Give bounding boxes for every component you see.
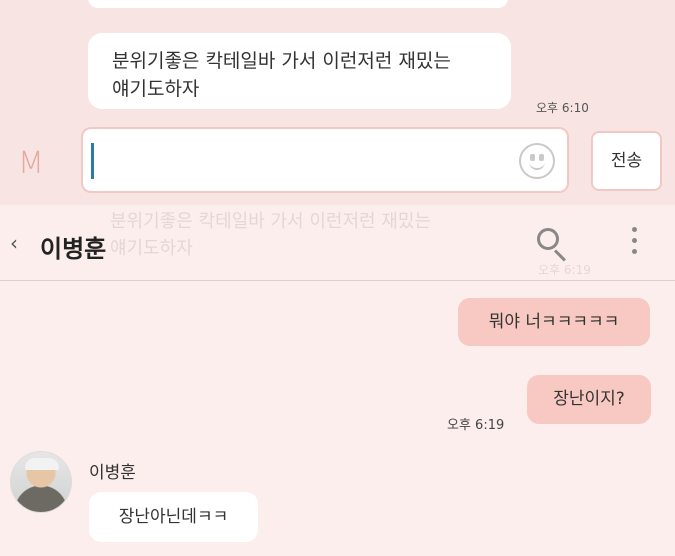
message-line-1: 분위기좋은 칵테일바 가서 이런저런 재밌는 (112, 50, 451, 72)
message-input[interactable] (81, 127, 569, 193)
message-time: 오후 6:10 (536, 101, 589, 115)
sent-message-1: 뭐야 너ㅋㅋㅋㅋㅋ (458, 298, 650, 346)
sent-time: 오후 6:19 (447, 418, 505, 433)
sender-name: 이병훈 (89, 463, 136, 483)
send-button[interactable]: 전송 (591, 131, 662, 191)
header-divider (0, 280, 675, 281)
overlay-chat-panel: 분위기좋은 칵테일바 가서 이런저런 재밌는 얘기도하자 오후 6:10 M 전… (0, 0, 675, 205)
sent-message-2: 장난이지? (527, 375, 651, 424)
message-line-2: 얘기도하자 (112, 78, 200, 100)
more-icon[interactable] (632, 227, 638, 260)
text-caret (91, 143, 94, 179)
contact-name: 이병훈 (40, 235, 107, 263)
back-icon[interactable]: ‹ (10, 231, 18, 255)
keyboard-m-icon[interactable]: M (18, 146, 44, 181)
received-message-1: 장난아닌데ㅋㅋ (89, 492, 258, 542)
previous-message-bubble (88, 0, 508, 8)
avatar[interactable] (10, 451, 72, 513)
chat-header: ‹ 이병훈 (0, 205, 675, 280)
message-bubble-top: 분위기좋은 칵테일바 가서 이런저런 재밌는 얘기도하자 (88, 33, 511, 109)
search-icon[interactable] (537, 228, 559, 250)
search-icon-handle (553, 249, 566, 262)
emoji-icon[interactable] (519, 143, 555, 179)
